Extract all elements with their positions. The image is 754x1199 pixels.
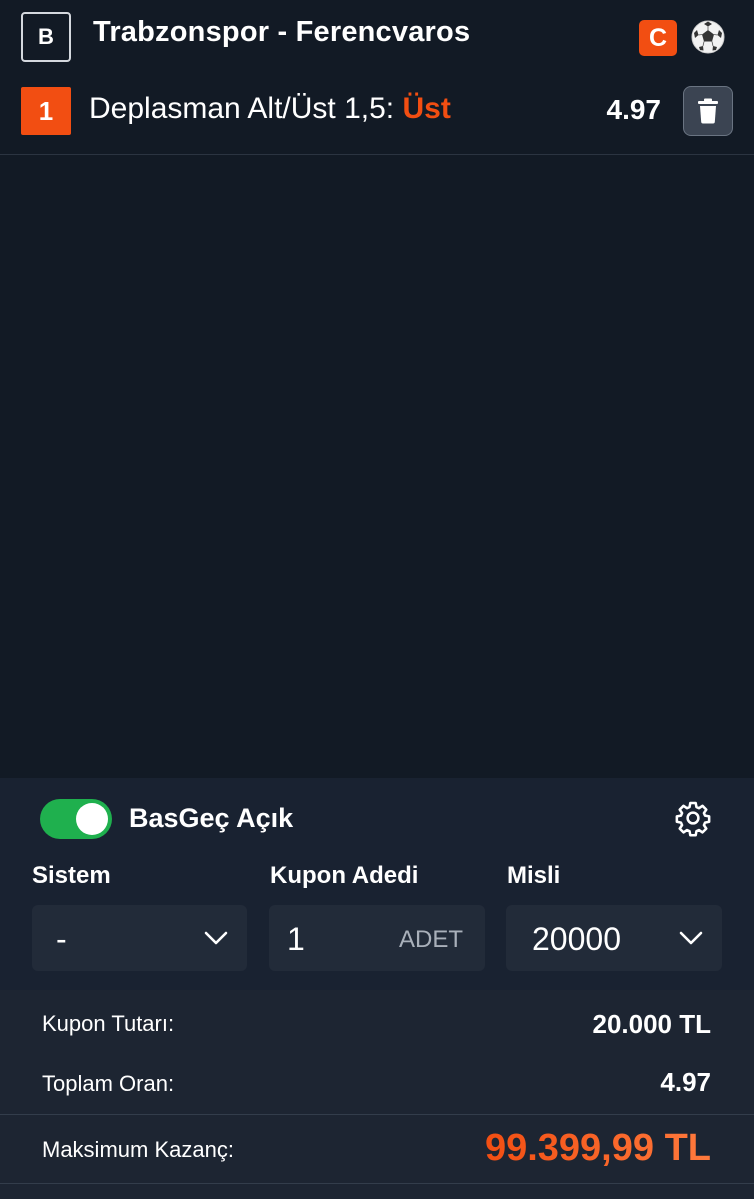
basgec-toggle-label: BasGeç Açık: [129, 803, 294, 833]
kupon-tutari-row: Kupon Tutarı: 20.000 TL: [0, 1008, 754, 1048]
kupon-adedi-label: Kupon Adedi: [270, 862, 419, 889]
kupon-adedi-unit: ADET: [398, 926, 463, 953]
sistem-select[interactable]: -: [32, 905, 247, 971]
kupon-adedi-value: 1: [287, 921, 305, 957]
coupon-options-panel: BasGeç Açık Sistem Kupon Adedi Misli - 1…: [0, 778, 754, 990]
coupon-summary: Kupon Tutarı: 20.000 TL Toplam Oran: 4.9…: [0, 990, 754, 1199]
chevron-down-icon: [679, 931, 703, 945]
summary-divider: [0, 1114, 754, 1115]
maksimum-kazanc-value: 99.399,99 TL: [484, 1127, 711, 1169]
match-header: B Trabzonspor - Ferencvaros C: [0, 0, 754, 76]
kupon-adedi-input[interactable]: 1 ADET: [269, 905, 485, 971]
soccer-ball-icon: [691, 20, 725, 54]
basgec-toggle[interactable]: [40, 799, 112, 839]
misli-value: 20000: [532, 921, 621, 957]
selection-pick: Üst: [402, 92, 451, 125]
kupon-tutari-value: 20.000 TL: [592, 1009, 711, 1039]
selection-market: Deplasman Alt/Üst 1,5:: [89, 92, 395, 125]
gear-icon[interactable]: [674, 799, 712, 837]
delete-selection-button[interactable]: [683, 86, 733, 136]
toplam-oran-label: Toplam Oran:: [42, 1071, 175, 1096]
maksimum-kazanc-row: Maksimum Kazanç: 99.399,99 TL: [0, 1125, 754, 1181]
sistem-label: Sistem: [32, 862, 111, 889]
selection-text: Deplasman Alt/Üst 1,5: Üst: [89, 92, 451, 126]
kupon-tutari-label: Kupon Tutarı:: [42, 1011, 175, 1036]
bet-type-badge: B: [21, 12, 71, 62]
chevron-down-icon: [204, 931, 228, 945]
toplam-oran-row: Toplam Oran: 4.97: [0, 1067, 754, 1107]
misli-select[interactable]: 20000: [506, 905, 722, 971]
live-badge: C: [639, 20, 677, 56]
sistem-value: -: [56, 921, 67, 957]
toggle-knob: [76, 803, 108, 835]
selection-odds: 4.97: [606, 94, 662, 125]
maksimum-kazanc-label: Maksimum Kazanç:: [42, 1137, 234, 1162]
summary-bottom-divider: [0, 1183, 754, 1184]
toplam-oran-value: 4.97: [660, 1067, 711, 1097]
bet-slip: B Trabzonspor - Ferencvaros C 1 Deplasma…: [0, 0, 754, 1199]
trash-icon: [698, 98, 718, 124]
selection-number-badge: 1: [21, 87, 71, 135]
misli-label: Misli: [507, 862, 561, 889]
match-title[interactable]: Trabzonspor - Ferencvaros: [93, 16, 470, 49]
selection-row: 1 Deplasman Alt/Üst 1,5: Üst 4.97: [0, 80, 754, 155]
